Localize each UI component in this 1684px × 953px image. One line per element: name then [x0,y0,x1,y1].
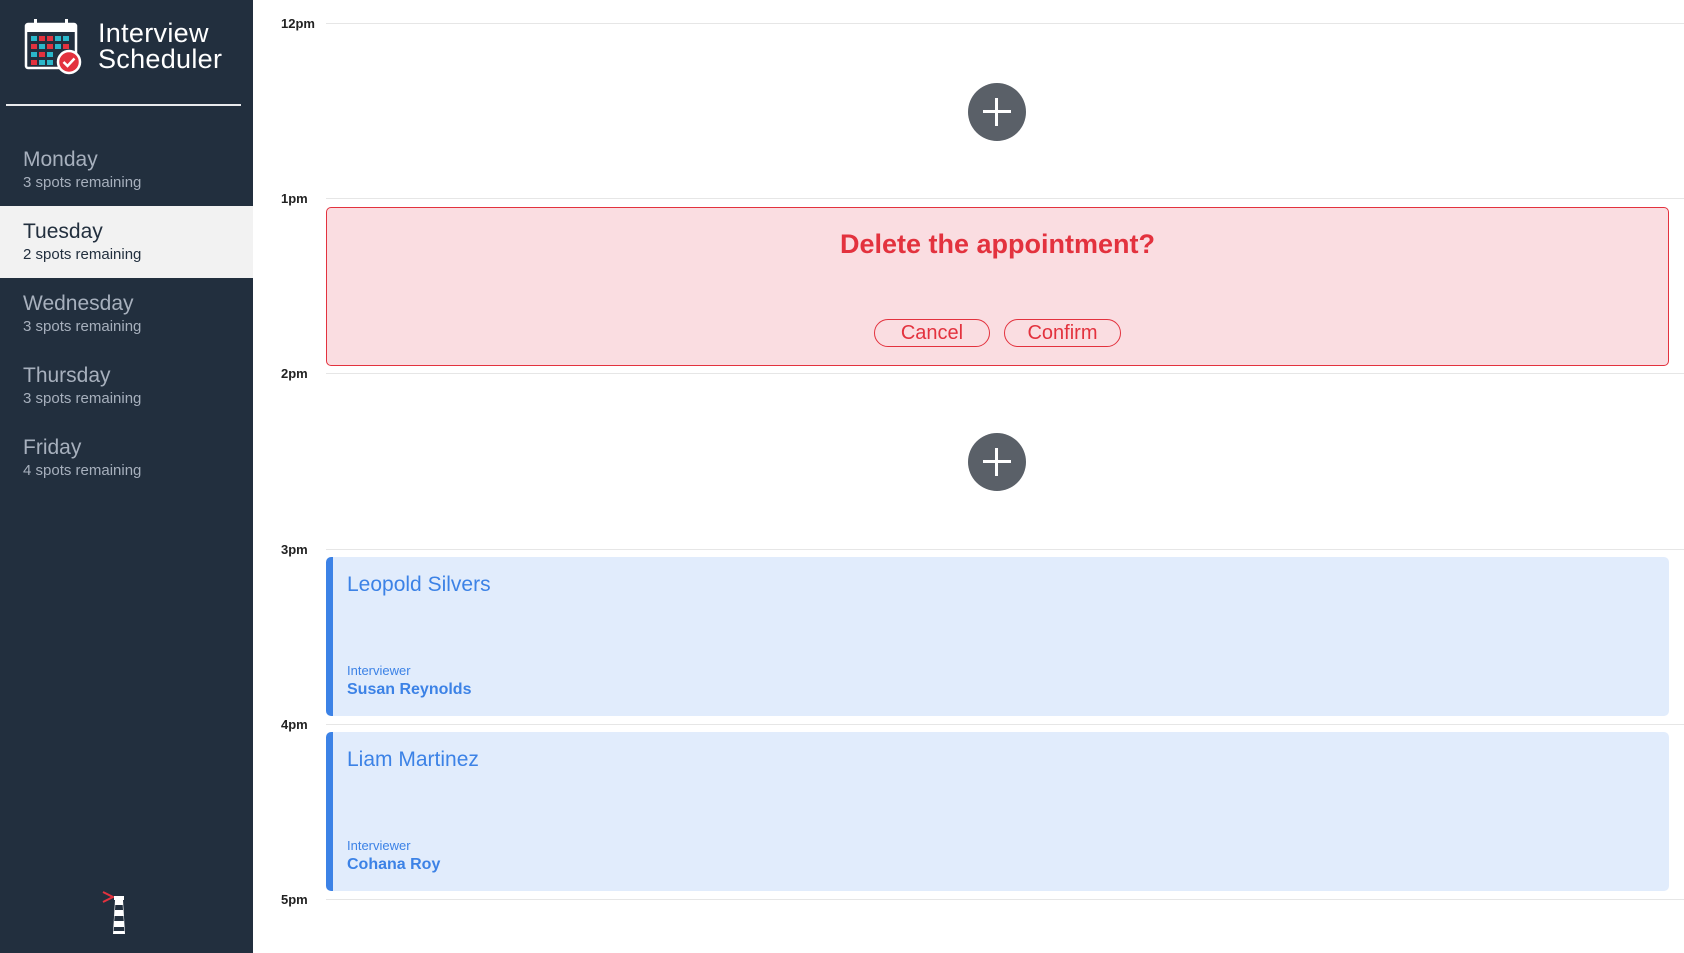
app-title-line-1: Interview [98,18,209,48]
hour-label-1pm: 1pm [281,191,308,206]
add-appointment-plus-icon[interactable] [968,433,1026,491]
calendar-logo-icon [24,19,82,75]
schedule: 12pm 1pm 2pm 3pm 4pm 5pm Delete the appo… [253,0,1684,953]
day-list: Monday 3 spots remaining Tuesday 2 spots… [0,134,253,494]
add-appointment-plus-icon[interactable] [968,83,1026,141]
interviewer-label: Interviewer [347,838,411,853]
day-spots-remaining: 2 spots remaining [23,246,142,263]
day-item-thursday[interactable]: Thursday 3 spots remaining [0,350,253,422]
interviewer-name: Susan Reynolds [347,681,472,698]
hour-label-3pm: 3pm [281,542,308,557]
empty-slot-2pm [326,384,1668,540]
app-title: Interview Scheduler [98,18,223,74]
delete-confirmation: Delete the appointment? Cancel Confirm [326,207,1669,366]
day-name: Thursday [23,364,111,387]
day-spots-remaining: 3 spots remaining [23,174,142,191]
delete-confirmation-message: Delete the appointment? [839,229,1156,259]
day-spots-remaining: 3 spots remaining [23,390,142,407]
sidebar: Interview Scheduler Monday 3 spots remai… [0,0,253,953]
appointment-card[interactable]: Liam Martinez Interviewer Cohana Roy [326,732,1669,891]
day-name: Tuesday [23,220,103,243]
delete-confirmation-actions: Cancel Confirm [327,319,1668,347]
sidebar-divider [6,104,241,106]
app-title-line-2: Scheduler [98,44,223,74]
interviewer-label: Interviewer [347,663,411,678]
student-name: Leopold Silvers [347,573,491,596]
cancel-button[interactable]: Cancel [874,319,990,347]
hour-label-12pm: 12pm [281,16,315,31]
hour-divider [326,899,1684,900]
hour-divider [326,724,1684,725]
day-name: Wednesday [23,292,134,315]
hour-label-4pm: 4pm [281,717,308,732]
day-name: Monday [23,148,98,171]
day-spots-remaining: 4 spots remaining [23,462,142,479]
app-root: Interview Scheduler Monday 3 spots remai… [0,0,1684,953]
day-item-wednesday[interactable]: Wednesday 3 spots remaining [0,278,253,350]
appointment-card[interactable]: Leopold Silvers Interviewer Susan Reynol… [326,557,1669,716]
hour-divider [326,198,1684,199]
day-item-tuesday[interactable]: Tuesday 2 spots remaining [0,206,253,278]
confirm-button[interactable]: Confirm [1004,319,1121,347]
hour-divider [326,549,1684,550]
day-spots-remaining: 3 spots remaining [23,318,142,335]
hour-label-2pm: 2pm [281,366,308,381]
interviewer-name: Cohana Roy [347,856,441,873]
day-item-friday[interactable]: Friday 4 spots remaining [0,422,253,494]
hour-divider [326,23,1684,24]
lighthouse-icon [102,891,125,934]
hour-label-5pm: 5pm [281,892,308,907]
student-name: Liam Martinez [347,748,479,771]
hour-divider [326,373,1684,374]
empty-slot-12pm [326,34,1668,190]
day-item-monday[interactable]: Monday 3 spots remaining [0,134,253,206]
day-name: Friday [23,436,82,459]
